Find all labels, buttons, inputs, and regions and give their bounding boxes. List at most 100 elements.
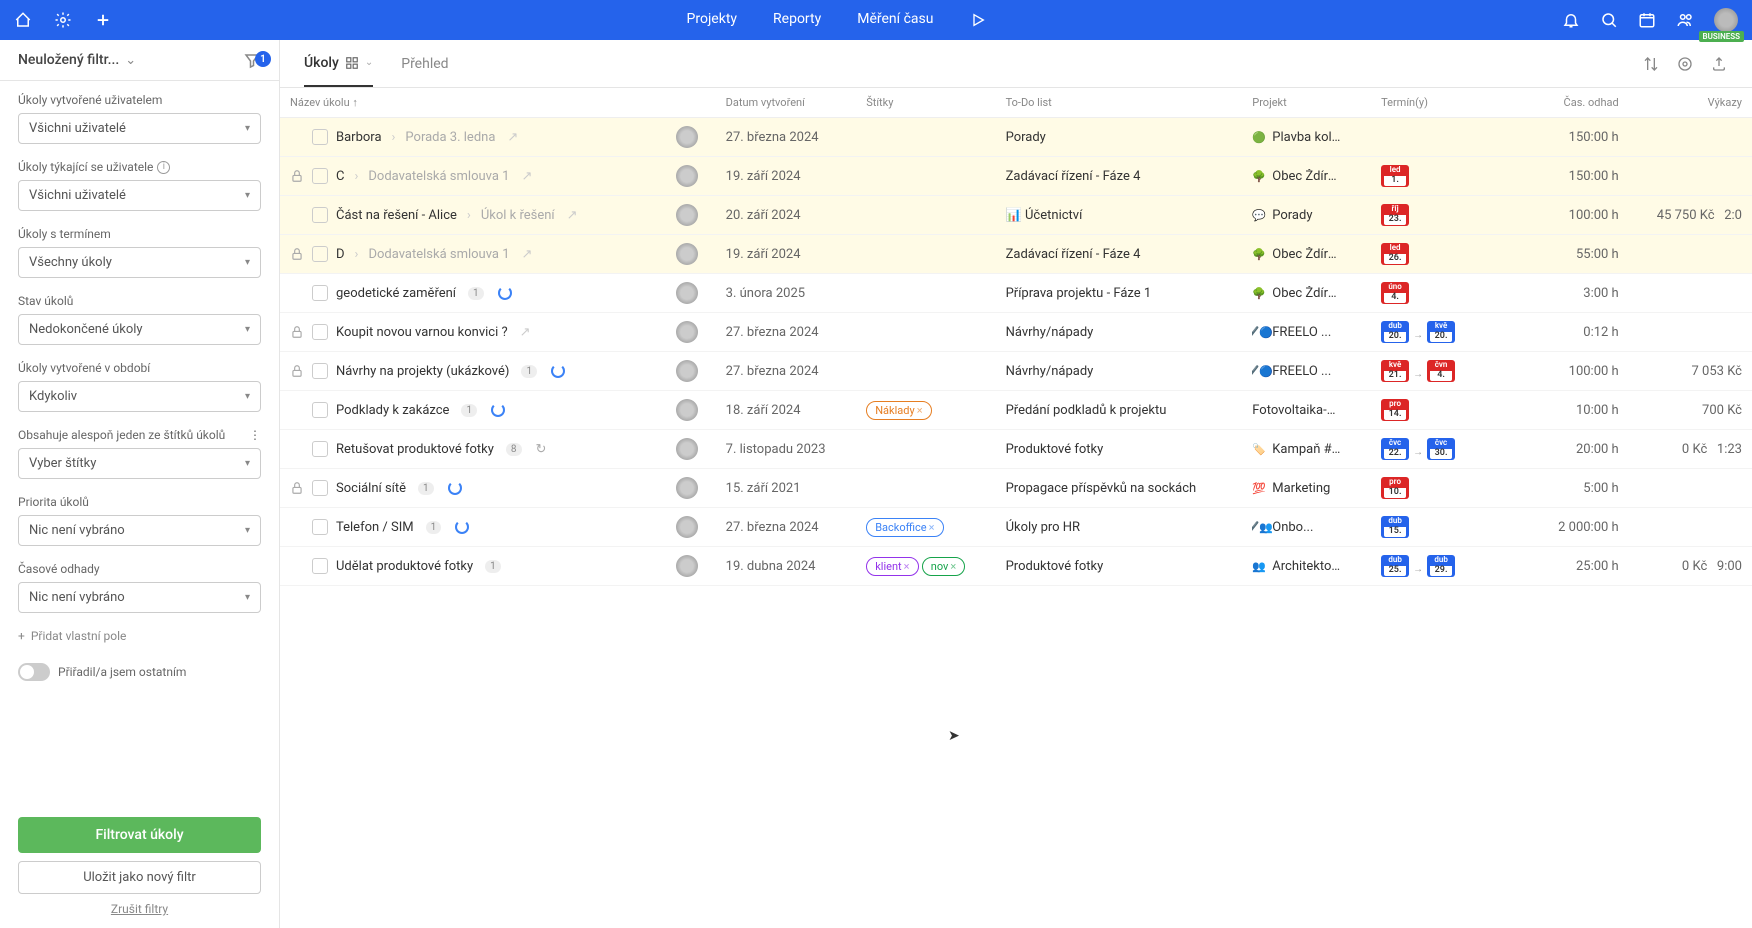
column-header[interactable]: [666, 88, 715, 118]
date-badge[interactable]: dub15.: [1381, 516, 1409, 538]
table-row[interactable]: Koupit novou varnou konvici ?↗27. března…: [280, 313, 1752, 352]
date-badge[interactable]: kvě20.: [1427, 321, 1455, 343]
assignee-avatar[interactable]: [676, 438, 698, 460]
sort-icon[interactable]: [1642, 55, 1660, 73]
project[interactable]: 🌳Obec Ždíre...: [1252, 247, 1342, 262]
date-badge[interactable]: říj23.: [1381, 204, 1409, 226]
date-badge[interactable]: pro14.: [1381, 399, 1409, 421]
assignee-avatar[interactable]: [676, 516, 698, 538]
task-checkbox[interactable]: [312, 324, 328, 340]
assignee-avatar[interactable]: [676, 399, 698, 421]
table-row[interactable]: Sociální sítě115. září 2021Propagace pří…: [280, 469, 1752, 508]
filter-select[interactable]: Všechny úkoly▾: [18, 247, 261, 278]
export-icon[interactable]: [1710, 55, 1728, 73]
assignee-avatar[interactable]: [676, 477, 698, 499]
date-badge[interactable]: čvn4.: [1427, 360, 1455, 382]
filter-button[interactable]: Filtrovat úkoly: [18, 817, 261, 853]
filter-icon[interactable]: 1: [243, 59, 261, 74]
filter-select[interactable]: Nedokončené úkoly▾: [18, 314, 261, 345]
plus-icon[interactable]: [94, 11, 112, 29]
project[interactable]: ✔️🔵FREELO ...: [1252, 325, 1342, 340]
date-badge[interactable]: dub20.: [1381, 321, 1409, 343]
project[interactable]: ✔️🔵FREELO ...: [1252, 364, 1342, 379]
column-header[interactable]: Čas. odhad: [1512, 88, 1629, 118]
table-row[interactable]: Návrhy na projekty (ukázkové)127. března…: [280, 352, 1752, 391]
bell-icon[interactable]: [1562, 11, 1580, 29]
nav-projekty[interactable]: Projekty: [687, 11, 738, 29]
table-row[interactable]: Udělat produktové fotky119. dubna 2024kl…: [280, 547, 1752, 586]
filter-select[interactable]: Všichni uživatelé▾: [18, 180, 261, 211]
column-header[interactable]: Výkazy: [1629, 88, 1752, 118]
play-icon[interactable]: [969, 11, 987, 29]
task-checkbox[interactable]: [312, 129, 328, 145]
tag[interactable]: nov×: [922, 557, 965, 576]
assigned-toggle[interactable]: [18, 663, 50, 681]
date-badge[interactable]: dub25.: [1381, 555, 1409, 577]
filter-select[interactable]: Všichni uživatelé▾: [18, 113, 261, 144]
column-header[interactable]: Datum vytvoření: [716, 88, 857, 118]
date-badge[interactable]: dub29.: [1427, 555, 1455, 577]
people-icon[interactable]: [1676, 11, 1694, 29]
assignee-avatar[interactable]: [676, 243, 698, 265]
assignee-avatar[interactable]: [676, 165, 698, 187]
task-checkbox[interactable]: [312, 558, 328, 574]
column-header[interactable]: Termín(y): [1371, 88, 1512, 118]
filter-title[interactable]: Neuložený filtr...: [18, 52, 119, 68]
filter-select[interactable]: Kdykoliv▾: [18, 381, 261, 412]
tab-ukoly[interactable]: Úkoly ⌄: [304, 41, 373, 87]
settings-icon[interactable]: [1676, 55, 1694, 73]
project[interactable]: Fotovoltaika-p...: [1252, 403, 1342, 418]
tag[interactable]: klient×: [866, 557, 918, 576]
nav-mereni[interactable]: Měření času: [857, 11, 933, 29]
assignee-avatar[interactable]: [676, 204, 698, 226]
column-header[interactable]: To-Do list: [996, 88, 1243, 118]
filter-select[interactable]: Nic není vybráno▾: [18, 582, 261, 613]
table-row[interactable]: geodetické zaměření13. února 2025Příprav…: [280, 274, 1752, 313]
task-checkbox[interactable]: [312, 480, 328, 496]
project[interactable]: 👥Architekton...: [1252, 559, 1342, 574]
column-header[interactable]: Projekt: [1242, 88, 1371, 118]
calendar-icon[interactable]: [1638, 11, 1656, 29]
date-badge[interactable]: led1.: [1381, 165, 1409, 187]
info-icon[interactable]: i: [157, 161, 170, 174]
date-badge[interactable]: čvc22.: [1381, 438, 1409, 460]
task-checkbox[interactable]: [312, 168, 328, 184]
task-checkbox[interactable]: [312, 519, 328, 535]
project[interactable]: 💯Marketing: [1252, 481, 1342, 496]
save-filter-button[interactable]: Uložit jako nový filtr: [18, 861, 261, 894]
project[interactable]: 🏷️Kampaň #H...: [1252, 442, 1342, 457]
date-badge[interactable]: čvc30.: [1427, 438, 1455, 460]
assignee-avatar[interactable]: [676, 282, 698, 304]
tag[interactable]: Náklady×: [866, 401, 931, 420]
table-row[interactable]: Retušovat produktové fotky8↻7. listopadu…: [280, 430, 1752, 469]
filter-select[interactable]: Vyber štítky▾: [18, 448, 261, 479]
project[interactable]: 🌳Obec Ždíre...: [1252, 286, 1342, 301]
task-checkbox[interactable]: [312, 441, 328, 457]
chevron-down-icon[interactable]: ⌄: [125, 53, 136, 68]
home-icon[interactable]: [14, 11, 32, 29]
task-checkbox[interactable]: [312, 246, 328, 262]
table-row[interactable]: Podklady k zakázce118. září 2024Náklady×…: [280, 391, 1752, 430]
search-icon[interactable]: [1600, 11, 1618, 29]
task-checkbox[interactable]: [312, 207, 328, 223]
project[interactable]: 💬Porady: [1252, 208, 1342, 223]
date-badge[interactable]: úno4.: [1381, 282, 1409, 304]
task-checkbox[interactable]: [312, 285, 328, 301]
assignee-avatar[interactable]: [676, 321, 698, 343]
filter-select[interactable]: Nic není vybráno▾: [18, 515, 261, 546]
table-row[interactable]: C›Dodavatelská smlouva 1↗19. září 2024Za…: [280, 157, 1752, 196]
date-badge[interactable]: led26.: [1381, 243, 1409, 265]
project[interactable]: 🟢Plavba kole...: [1252, 130, 1342, 145]
nav-reporty[interactable]: Reporty: [773, 11, 821, 29]
gear-icon[interactable]: [54, 11, 72, 29]
project[interactable]: 🌳Obec Ždíre...: [1252, 169, 1342, 184]
table-row[interactable]: Telefon / SIM127. března 2024Backoffice×…: [280, 508, 1752, 547]
date-badge[interactable]: pro10.: [1381, 477, 1409, 499]
more-icon[interactable]: ⋮: [249, 428, 261, 442]
assignee-avatar[interactable]: [676, 555, 698, 577]
project[interactable]: ✔️👥Onbo...: [1252, 520, 1342, 535]
table-row[interactable]: D›Dodavatelská smlouva 1↗19. září 2024Za…: [280, 235, 1752, 274]
table-row[interactable]: Barbora›Porada 3. ledna↗27. března 2024P…: [280, 118, 1752, 157]
date-badge[interactable]: kvě21.: [1381, 360, 1409, 382]
assignee-avatar[interactable]: [676, 360, 698, 382]
